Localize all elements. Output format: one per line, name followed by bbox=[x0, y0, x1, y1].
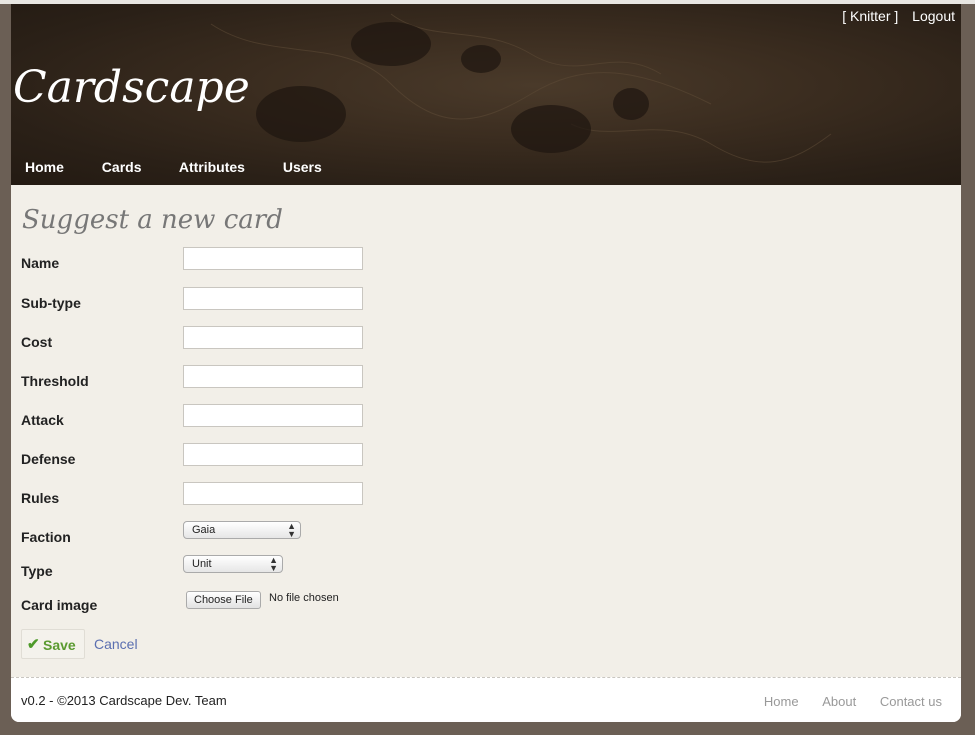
select-arrows-icon: ▲ ▼ bbox=[269, 555, 278, 573]
site-logo[interactable]: Cardscape bbox=[13, 62, 250, 113]
type-value: Unit bbox=[192, 558, 212, 570]
form-row-threshold: Threshold bbox=[21, 365, 621, 399]
attack-input[interactable] bbox=[183, 404, 363, 427]
form-row-subtype: Sub-type bbox=[21, 287, 621, 321]
cost-input[interactable] bbox=[183, 326, 363, 349]
defense-input[interactable] bbox=[183, 443, 363, 466]
threshold-input[interactable] bbox=[183, 365, 363, 388]
footer-contact-link[interactable]: Contact us bbox=[880, 694, 942, 709]
type-select[interactable]: Unit ▲ ▼ bbox=[183, 555, 283, 573]
form-row-cost: Cost bbox=[21, 326, 621, 360]
form-row-defense: Defense bbox=[21, 443, 621, 477]
page: [ Knitter ] Logout Cardscape Home Cards … bbox=[11, 4, 961, 722]
subtype-label: Sub-type bbox=[21, 295, 81, 311]
cancel-link[interactable]: Cancel bbox=[94, 636, 138, 652]
page-title: Suggest a new card bbox=[22, 205, 283, 235]
no-file-text: No file chosen bbox=[269, 592, 339, 604]
main-nav: Home Cards Attributes Users bbox=[25, 159, 356, 175]
faction-label: Faction bbox=[21, 529, 71, 545]
logout-link[interactable]: Logout bbox=[912, 8, 955, 24]
nav-attributes[interactable]: Attributes bbox=[179, 159, 245, 175]
form-row-name: Name bbox=[21, 247, 621, 281]
choose-file-button[interactable]: Choose File bbox=[186, 591, 261, 609]
copyright-text: v0.2 - ©2013 Cardscape Dev. Team bbox=[21, 693, 227, 708]
faction-select[interactable]: Gaia ▲ ▼ bbox=[183, 521, 301, 539]
site-header: [ Knitter ] Logout Cardscape Home Cards … bbox=[11, 4, 961, 185]
name-input[interactable] bbox=[183, 247, 363, 270]
footer-home-link[interactable]: Home bbox=[764, 694, 799, 709]
checkmark-icon: ✔ bbox=[27, 636, 40, 653]
rules-input[interactable] bbox=[183, 482, 363, 505]
defense-label: Defense bbox=[21, 451, 76, 467]
rules-label: Rules bbox=[21, 490, 60, 506]
user-bar: [ Knitter ] Logout bbox=[832, 8, 955, 24]
form-row-faction: Faction Gaia ▲ ▼ bbox=[21, 521, 621, 555]
main-content: Suggest a new card Name Sub-type Cost Th… bbox=[11, 185, 961, 675]
username-link[interactable]: [ Knitter ] bbox=[842, 8, 898, 24]
attack-label: Attack bbox=[21, 412, 64, 428]
form-row-card-image: Card image Choose File No file chosen bbox=[21, 591, 621, 623]
form-row-type: Type Unit ▲ ▼ bbox=[21, 555, 621, 589]
type-label: Type bbox=[21, 563, 53, 579]
save-button[interactable]: ✔ Save bbox=[21, 629, 85, 659]
card-image-label: Card image bbox=[21, 597, 98, 613]
footer-about-link[interactable]: About bbox=[822, 694, 856, 709]
nav-cards[interactable]: Cards bbox=[102, 159, 142, 175]
select-arrows-icon: ▲ ▼ bbox=[287, 521, 296, 539]
site-footer: v0.2 - ©2013 Cardscape Dev. Team Home Ab… bbox=[11, 677, 961, 722]
save-label: Save bbox=[43, 637, 76, 653]
faction-value: Gaia bbox=[192, 524, 216, 536]
form-row-attack: Attack bbox=[21, 404, 621, 438]
threshold-label: Threshold bbox=[21, 373, 89, 389]
form-row-rules: Rules bbox=[21, 482, 621, 516]
subtype-input[interactable] bbox=[183, 287, 363, 310]
nav-users[interactable]: Users bbox=[283, 159, 322, 175]
cost-label: Cost bbox=[21, 334, 53, 350]
footer-links: Home About Contact us bbox=[744, 694, 942, 709]
name-label: Name bbox=[21, 255, 60, 271]
nav-home[interactable]: Home bbox=[25, 159, 64, 175]
